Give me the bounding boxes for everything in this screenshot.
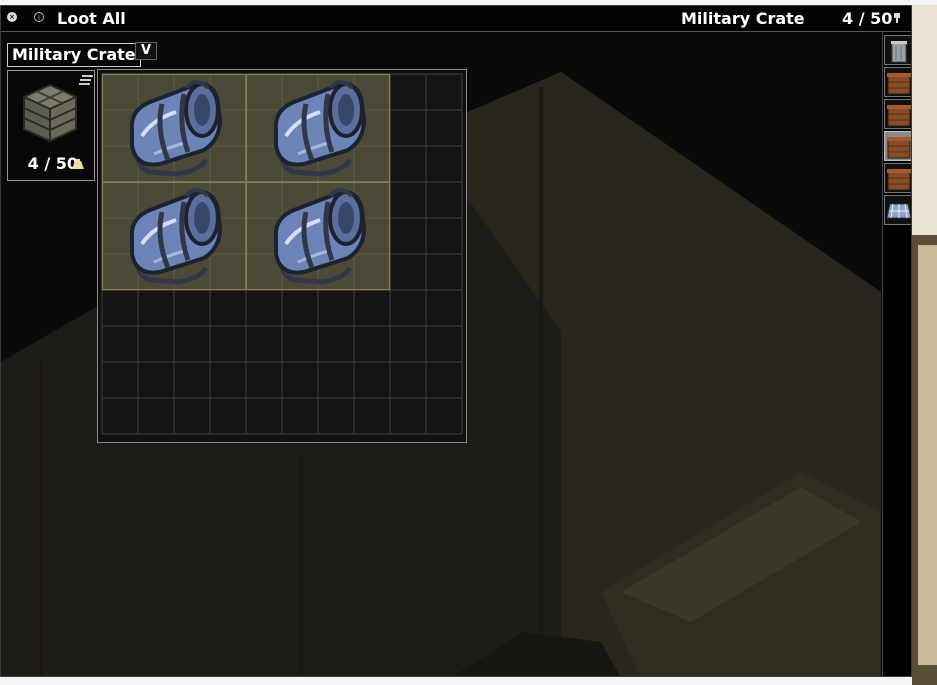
window-title: Military Crate — [681, 9, 805, 28]
weight-icon — [72, 159, 84, 169]
grid-cell[interactable] — [389, 217, 427, 255]
grid-cell[interactable] — [137, 289, 175, 327]
grid-cell[interactable] — [425, 181, 463, 219]
tab-wooden-crate[interactable] — [884, 131, 911, 161]
grid-cell[interactable] — [389, 325, 427, 363]
military-crate-icon — [21, 83, 79, 143]
grid-cell[interactable] — [137, 397, 175, 435]
grid-cell[interactable] — [209, 361, 247, 399]
grid-cell[interactable] — [101, 361, 139, 399]
grid-cell[interactable] — [245, 361, 283, 399]
grid-cell[interactable] — [389, 73, 427, 111]
grid-cell[interactable] — [245, 289, 283, 327]
grid-cell[interactable] — [101, 397, 139, 435]
grid-cell[interactable] — [353, 289, 391, 327]
grid-cell[interactable] — [281, 397, 319, 435]
collapse-button[interactable]: V — [135, 42, 157, 60]
grid-cell[interactable] — [353, 325, 391, 363]
floor-tile-icon — [887, 203, 911, 219]
container-tabs — [882, 32, 911, 676]
grid-cell[interactable] — [425, 253, 463, 291]
grid-cell[interactable] — [173, 361, 211, 399]
pin-icon[interactable] — [894, 13, 900, 23]
grid-cell[interactable] — [425, 109, 463, 147]
grid-cell[interactable] — [425, 73, 463, 111]
grid-cell[interactable] — [389, 181, 427, 219]
window-capacity: 4 / 50 — [842, 9, 893, 28]
grid-cell[interactable] — [173, 325, 211, 363]
grid-cell[interactable] — [389, 145, 427, 183]
tab-wooden-crate[interactable] — [884, 163, 911, 193]
tab-floor-tile[interactable] — [884, 195, 911, 225]
grid-cell[interactable] — [317, 397, 355, 435]
grid-cell[interactable] — [317, 361, 355, 399]
inventory-item-duffel-bag[interactable] — [245, 73, 391, 183]
grid-cell[interactable] — [317, 289, 355, 327]
grid-cell[interactable] — [209, 289, 247, 327]
grid-cell[interactable] — [425, 325, 463, 363]
inventory-item-duffel-bag[interactable] — [245, 181, 391, 291]
grid-cell[interactable] — [353, 361, 391, 399]
grid-cell[interactable] — [101, 289, 139, 327]
info-icon[interactable]: i — [34, 12, 44, 22]
container-info-panel: 4 / 50 — [7, 70, 95, 181]
wooden-crate-icon — [887, 137, 911, 159]
grid-cell[interactable] — [245, 397, 283, 435]
grid-cell[interactable] — [137, 361, 175, 399]
grid-cell[interactable] — [173, 397, 211, 435]
grid-cell[interactable] — [317, 325, 355, 363]
loot-window: × i Loot All Military Crate 4 / 50 Milit… — [0, 5, 912, 677]
grid-cell[interactable] — [209, 325, 247, 363]
tab-trash-can[interactable] — [884, 35, 911, 65]
grid-cell[interactable] — [389, 397, 427, 435]
grid-cell[interactable] — [281, 361, 319, 399]
grid-cell[interactable] — [425, 145, 463, 183]
container-capacity: 4 / 50 — [27, 154, 78, 173]
grid-cell[interactable] — [425, 361, 463, 399]
container-name-label: Military Crate — [7, 43, 141, 67]
grid-cell[interactable] — [281, 289, 319, 327]
grid-cell[interactable] — [425, 217, 463, 255]
inventory-item-duffel-bag[interactable] — [101, 181, 247, 291]
grid-cell[interactable] — [245, 325, 283, 363]
grid-cell[interactable] — [425, 397, 463, 435]
loot-all-button[interactable]: Loot All — [57, 9, 126, 28]
inventory-item-duffel-bag[interactable] — [101, 73, 247, 183]
grid-cell[interactable] — [281, 325, 319, 363]
tab-wooden-crate[interactable] — [884, 67, 911, 97]
wooden-crate-icon — [887, 169, 911, 191]
title-bar: × i Loot All Military Crate 4 / 50 — [1, 6, 911, 32]
grid-cell[interactable] — [137, 325, 175, 363]
grid-cell[interactable] — [101, 325, 139, 363]
grid-cell[interactable] — [389, 361, 427, 399]
grid-cell[interactable] — [389, 109, 427, 147]
tab-wooden-crate[interactable] — [884, 99, 911, 129]
trash-can-icon — [891, 41, 907, 63]
grid-cell[interactable] — [209, 397, 247, 435]
grid-cell[interactable] — [389, 253, 427, 291]
grid-cell[interactable] — [389, 289, 427, 327]
wooden-crate-icon — [887, 73, 911, 95]
inventory-grid — [97, 69, 467, 443]
sort-icon[interactable] — [79, 75, 93, 85]
grid-cell[interactable] — [353, 397, 391, 435]
wooden-crate-icon — [887, 105, 911, 127]
world-edge — [912, 5, 937, 685]
grid-cell[interactable] — [173, 289, 211, 327]
grid-cell[interactable] — [425, 289, 463, 327]
close-icon[interactable]: × — [7, 12, 17, 22]
